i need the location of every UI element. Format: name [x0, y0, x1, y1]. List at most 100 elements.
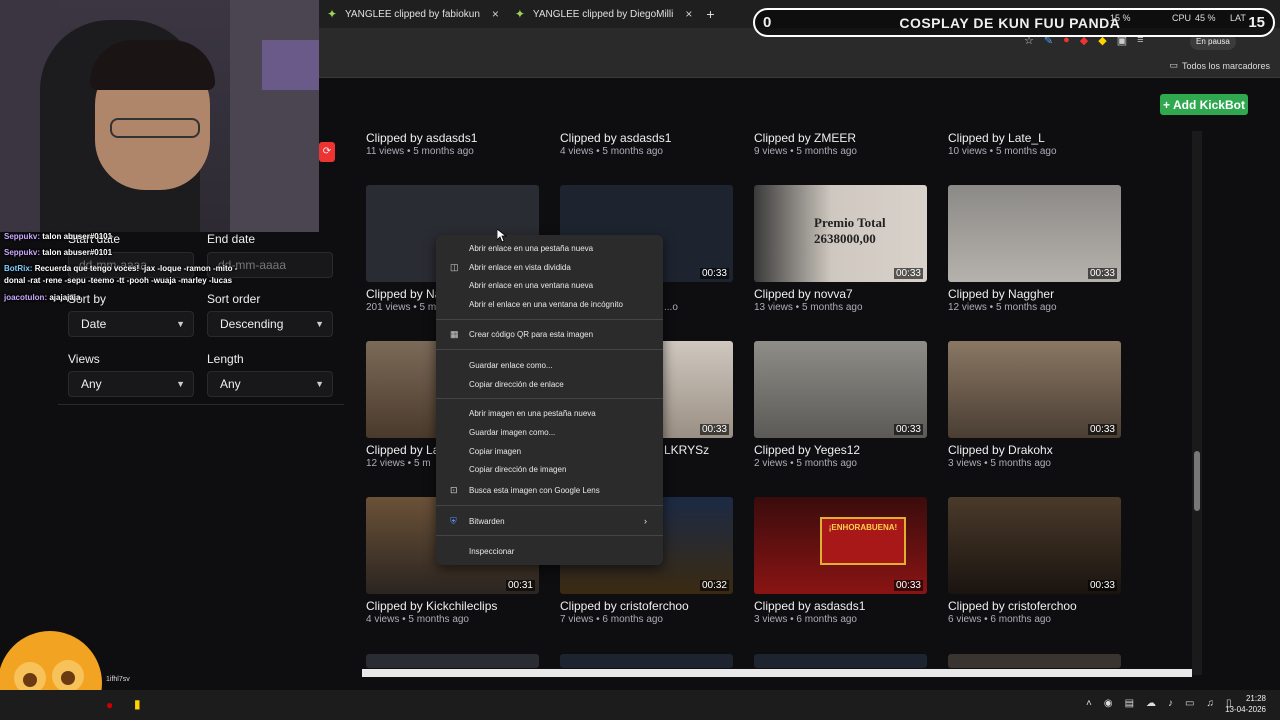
menu-separator	[436, 349, 663, 350]
microphone-icon[interactable]: ♪	[1168, 698, 1173, 709]
clip-title[interactable]: Clipped by Drakohx	[948, 443, 1053, 457]
clip-thumbnail[interactable]: 00:33	[948, 185, 1121, 282]
clip-thumbnail[interactable]: 00:33	[754, 341, 927, 438]
chat-line: BotRix: Recuerda que tengo voces! -jax -…	[4, 264, 238, 273]
clip-title[interactable]: Clipped by ZMEER	[754, 131, 856, 145]
horizontal-scrollbar[interactable]	[362, 669, 1192, 677]
discord-icon[interactable]: ◉	[1104, 698, 1113, 709]
views-select[interactable]: Any ▼	[68, 371, 194, 397]
person-hair	[90, 40, 215, 90]
clip-title[interactable]: Clipped by Naggher	[948, 287, 1054, 301]
length-label: Length	[207, 352, 244, 366]
divider	[58, 404, 344, 405]
clip-title[interactable]: Clipped by Late_L	[948, 131, 1045, 145]
menu-copy-link[interactable]: Copiar dirección de enlace	[436, 375, 663, 393]
clip-duration: 00:31	[505, 580, 535, 591]
chevron-down-icon: ▼	[315, 319, 324, 329]
thumb-enhorabuena-text: ¡ENHORABUENA!	[828, 523, 898, 532]
clip-meta: 6 views • 6 months ago	[948, 614, 1051, 625]
app-icon[interactable]: ▮	[134, 697, 141, 711]
clip-thumbnail[interactable]	[948, 654, 1121, 668]
clip-thumbnail[interactable]: Premio Total 2638000,00 00:33	[754, 185, 927, 282]
clip-thumbnail[interactable]: 00:33	[948, 341, 1121, 438]
cloud-icon[interactable]: ☁	[1146, 698, 1156, 709]
menu-open-new-tab[interactable]: Abrir enlace en una pestaña nueva	[436, 239, 663, 257]
refresh-icon[interactable]: ⟳	[319, 142, 335, 162]
clip-meta: 9 views • 5 months ago	[754, 146, 857, 157]
overlay-counter-right: 15	[1248, 14, 1265, 31]
clip-thumbnail[interactable]: ¡ENHORABUENA! 00:33	[754, 497, 927, 594]
menu-open-new-window[interactable]: Abrir enlace en una ventana nueva	[436, 276, 663, 294]
menu-separator	[436, 505, 663, 506]
clip-thumbnail[interactable]	[754, 654, 927, 668]
menu-copy-image-address[interactable]: Copiar dirección de imagen	[436, 460, 663, 478]
clip-meta: 3 views • 5 months ago	[948, 458, 1051, 469]
overlay-counter-left: 0	[763, 14, 772, 31]
system-tray: ˄ ◉ ▤ ☁ ♪ ▭ ♫ ▯	[1086, 698, 1232, 709]
obs-icon[interactable]: ●	[106, 698, 113, 712]
new-tab-button[interactable]: +	[706, 6, 714, 22]
clip-meta: 7 views • 6 months ago	[560, 614, 663, 625]
menu-open-split-view[interactable]: ◫ Abrir enlace en vista dividida	[436, 258, 663, 276]
menu-save-image[interactable]: Guardar imagen como...	[436, 423, 663, 441]
clip-title[interactable]: Clipped by Na	[366, 287, 441, 301]
chat-line: donal -rat -rene -sepu -teemo -tt -pooh …	[4, 276, 233, 285]
menu-save-link[interactable]: Guardar enlace como...	[436, 356, 663, 374]
clip-title[interactable]: Clipped by cristoferchoo	[948, 599, 1077, 613]
lat-label: LAT	[1230, 13, 1246, 23]
clip-title[interactable]: Clipped by asdasds1	[366, 131, 477, 145]
menu-open-image-new-tab[interactable]: Abrir imagen en una pestaña nueva	[436, 404, 663, 422]
chat-line: Seppukv: talon abuser#0101	[4, 248, 113, 257]
sort-order-select[interactable]: Descending ▼	[207, 311, 333, 337]
controller-icon[interactable]: ▤	[1125, 698, 1134, 709]
clip-thumbnail[interactable]	[366, 654, 539, 668]
chevron-right-icon: ›	[644, 516, 647, 526]
clip-title[interactable]: Clipped by asdasds1	[560, 131, 671, 145]
sort-by-select[interactable]: Date ▼	[68, 311, 194, 337]
clip-meta: 10 views • 5 months ago	[948, 146, 1057, 157]
browser-tab-1[interactable]: ✦ YANGLEE clipped by fabiokun ×	[319, 0, 507, 28]
stat-value: 15 %	[1110, 13, 1131, 23]
qr-code-icon: ▦	[450, 328, 459, 339]
clip-title[interactable]: Clipped by Kickchileclips	[366, 599, 497, 613]
volume-icon[interactable]: ♫	[1206, 698, 1214, 709]
clip-title[interactable]: Clipped by asdasds1	[754, 599, 865, 613]
clip-meta: 12 views • 5 months ago	[948, 302, 1057, 313]
context-menu: Abrir enlace en una pestaña nueva ◫ Abrir…	[436, 235, 663, 565]
chevron-down-icon: ▼	[176, 319, 185, 329]
kick-favicon-icon: ✦	[514, 7, 525, 21]
clip-title[interactable]: Clipped by novva7	[754, 287, 853, 301]
clip-title[interactable]: LKRYSz	[664, 443, 709, 457]
clip-duration: 00:33	[893, 268, 923, 279]
network-icon[interactable]: ▭	[1185, 698, 1194, 709]
menu-open-incognito[interactable]: Abrir el enlace en una ventana de incógn…	[436, 295, 663, 313]
vertical-scrollbar[interactable]	[1192, 131, 1202, 675]
webcam-overlay	[0, 0, 319, 232]
clip-title[interactable]: Clipped by cristoferchoo	[560, 599, 689, 613]
clip-title[interactable]: Clipped by La	[366, 443, 439, 457]
menu-google-lens[interactable]: ⊡ Busca esta imagen con Google Lens	[436, 481, 663, 499]
chevron-up-icon[interactable]: ˄	[1086, 698, 1092, 709]
length-select[interactable]: Any ▼	[207, 371, 333, 397]
browser-tab-2[interactable]: ✦ YANGLEE clipped by DiegoMilli ×	[507, 0, 700, 28]
clip-meta: 4 views • 5 months ago	[366, 614, 469, 625]
menu-bitwarden[interactable]: ⛨ Bitwarden ›	[436, 512, 663, 530]
thumb-jackpot-text: Premio Total 2638000,00	[814, 215, 886, 246]
menu-copy-image[interactable]: Copiar imagen	[436, 442, 663, 460]
menu-inspect[interactable]: Inspeccionar	[436, 542, 663, 560]
scrollbar-thumb[interactable]	[1194, 451, 1200, 511]
clip-thumbnail[interactable]	[560, 654, 733, 668]
clip-thumbnail[interactable]: 00:33	[948, 497, 1121, 594]
clip-title[interactable]: Clipped by Yeges12	[754, 443, 860, 457]
tab-title: YANGLEE clipped by DiegoMilli	[532, 8, 674, 20]
taskbar-clock[interactable]: 21:28 13-04-2026	[1225, 693, 1266, 715]
chat-line: Seppukv: talon abuser#0101	[4, 232, 113, 241]
thumb-enhorabuena-box: ¡ENHORABUENA!	[820, 517, 906, 565]
close-tab-icon[interactable]: ×	[685, 7, 692, 21]
all-bookmarks[interactable]: ▭ Todos los marcadores	[1169, 60, 1270, 71]
clip-duration: 00:33	[1087, 424, 1117, 435]
add-kickbot-button[interactable]: + Add KickBot	[1160, 94, 1248, 115]
close-tab-icon[interactable]: ×	[492, 7, 499, 21]
clip-meta: 13 views • 5 months ago	[754, 302, 863, 313]
menu-create-qr[interactable]: ▦ Crear código QR para esta imagen	[436, 325, 663, 343]
